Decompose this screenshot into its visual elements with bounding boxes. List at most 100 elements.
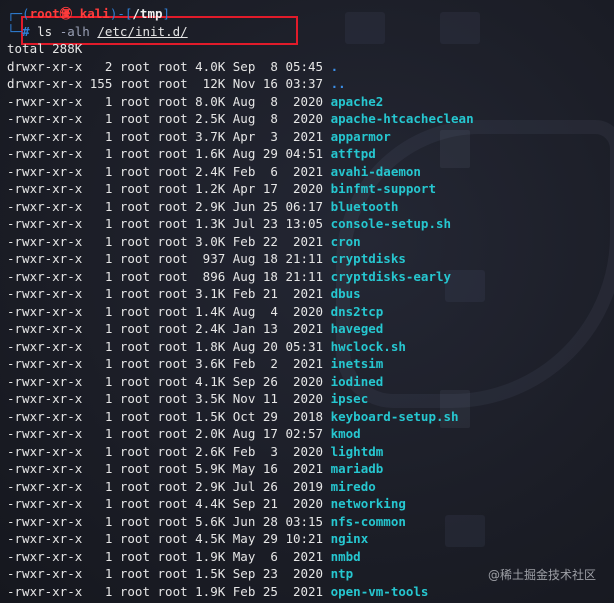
file-meta: -rwxr-xr-x 1 root root 4.4K Sep 21 2020 (7, 496, 331, 511)
listing-row: -rwxr-xr-x 1 root root 1.2K Apr 17 2020 … (7, 180, 614, 198)
file-name: ntp (330, 566, 354, 581)
listing-row: -rwxr-xr-x 1 root root 2.6K Feb 3 2020 l… (7, 443, 614, 461)
listing-row: drwxr-xr-x 2 root root 4.0K Sep 8 05:45 … (7, 58, 614, 76)
listing-row: -rwxr-xr-x 1 root root 1.6K Aug 29 04:51… (7, 145, 614, 163)
file-meta: -rwxr-xr-x 1 root root 3.0K Feb 22 2021 (7, 233, 331, 249)
file-name: inetsim (330, 356, 384, 371)
file-name: ipsec (330, 391, 369, 406)
file-meta: -rwxr-xr-x 1 root root 937 Aug 18 21:11 (7, 251, 331, 266)
listing-row: -rwxr-xr-x 1 root root 2.4K Jan 13 2021 … (7, 320, 614, 338)
listing-row: -rwxr-xr-x 1 root root 1.5K Oct 29 2018 … (7, 408, 614, 426)
file-meta: -rwxr-xr-x 1 root root 3.1K Feb 21 2021 (7, 286, 331, 301)
file-name: nfs-common (330, 513, 406, 529)
file-meta: drwxr-xr-x 2 root root 4.0K Sep 8 05:45 (7, 58, 331, 74)
file-meta: -rwxr-xr-x 1 root root 2.9K Jul 26 2019 (7, 478, 331, 494)
file-meta: -rwxr-xr-x 1 root root 1.8K Aug 20 05:31 (7, 338, 331, 354)
directory-name: . (330, 58, 339, 74)
prompt-separator: )-[ (109, 6, 133, 21)
listing-row: -rwxr-xr-x 1 root root 2.0K Aug 17 02:57… (7, 425, 614, 443)
file-meta: -rwxr-xr-x 1 root root 2.4K Jan 13 2021 (7, 321, 331, 336)
listing-row: -rwxr-xr-x 1 root root 3.7K Apr 3 2021 a… (7, 128, 614, 146)
file-name: cryptdisks (330, 251, 406, 266)
listing-row: drwxr-xr-x 155 root root 12K Nov 16 03:3… (7, 75, 614, 93)
file-name: apparmor (330, 128, 391, 144)
listing-row: -rwxr-xr-x 1 root root 1.3K Jul 23 13:05… (7, 215, 614, 233)
listing-row: -rwxr-xr-x 1 root root 5.6K Jun 28 03:15… (7, 513, 614, 531)
listing-row: -rwxr-xr-x 1 root root 3.1K Feb 21 2021 … (7, 285, 614, 303)
file-name: haveged (330, 321, 384, 336)
file-meta: -rwxr-xr-x 1 root root 2.6K Feb 3 2020 (7, 443, 331, 459)
file-meta: -rwxr-xr-x 1 root root 3.7K Apr 3 2021 (7, 128, 331, 144)
file-name: nginx (330, 531, 369, 546)
file-meta: -rwxr-xr-x 1 root root 4.5K May 29 10:21 (7, 531, 331, 546)
prompt-path: /tmp (132, 6, 163, 21)
file-meta: -rwxr-xr-x 1 root root 4.1K Sep 26 2020 (7, 373, 331, 389)
file-meta: -rwxr-xr-x 1 root root 2.4K Feb 6 2021 (7, 163, 331, 179)
prompt-user: root㊝ kali (29, 6, 110, 21)
listing-row: -rwxr-xr-x 1 root root 3.5K Nov 11 2020 … (7, 390, 614, 408)
prompt-corner: └─ (7, 23, 23, 39)
listing-row: -rwxr-xr-x 1 root root 937 Aug 18 21:11 … (7, 250, 614, 268)
file-meta: -rwxr-xr-x 1 root root 2.5K Aug 8 2020 (7, 111, 331, 126)
listing-row: -rwxr-xr-x 1 root root 1.8K Aug 20 05:31… (7, 338, 614, 356)
file-meta: drwxr-xr-x 155 root root 12K Nov 16 03:3… (7, 76, 331, 91)
command-flag: -alh (59, 23, 98, 39)
file-name: binfmt-support (330, 181, 436, 196)
file-meta: -rwxr-xr-x 1 root root 1.2K Apr 17 2020 (7, 181, 331, 196)
file-meta: -rwxr-xr-x 1 root root 896 Aug 18 21:11 (7, 268, 331, 284)
prompt-line-2[interactable]: └─# ls -alh /etc/init.d/ (7, 23, 614, 41)
listing-row: -rwxr-xr-x 1 root root 8.0K Aug 8 2020 a… (7, 93, 614, 111)
listing-row: -rwxr-xr-x 1 root root 1.9K Feb 25 2021 … (7, 583, 614, 601)
prompt-bracket-open: ┌─( (7, 6, 30, 21)
file-meta: -rwxr-xr-x 1 root root 1.6K Aug 29 04:51 (7, 146, 331, 161)
file-name: cron (330, 233, 361, 249)
file-name: avahi-daemon (330, 163, 421, 179)
watermark: @稀土掘金技术社区 (487, 568, 596, 582)
listing-row: -rwxr-xr-x 1 root root 3.6K Feb 2 2021 i… (7, 355, 614, 373)
file-name: apache-htcacheclean (330, 111, 474, 126)
file-name: iodined (330, 373, 384, 389)
file-name: open-vm-tools (330, 583, 429, 599)
prompt-bracket-close: ] (162, 6, 171, 21)
file-name: atftpd (330, 146, 376, 161)
file-meta: -rwxr-xr-x 1 root root 1.5K Oct 29 2018 (7, 408, 331, 424)
file-name: dns2tcp (330, 303, 384, 319)
file-name: lightdm (330, 443, 384, 459)
file-meta: -rwxr-xr-x 1 root root 8.0K Aug 8 2020 (7, 93, 331, 109)
file-name: kmod (330, 426, 361, 441)
listing-row: -rwxr-xr-x 1 root root 2.9K Jul 26 2019 … (7, 478, 614, 496)
file-name: miredo (330, 478, 376, 494)
file-meta: -rwxr-xr-x 1 root root 5.9K May 16 2021 (7, 461, 331, 476)
listing-row: -rwxr-xr-x 1 root root 3.0K Feb 22 2021 … (7, 233, 614, 251)
command-name: ls (37, 23, 60, 39)
file-name: bluetooth (330, 198, 399, 214)
file-name: networking (330, 496, 406, 511)
listing-row: -rwxr-xr-x 1 root root 1.4K Aug 4 2020 d… (7, 303, 614, 321)
total-line: total 288K (7, 41, 83, 56)
file-meta: -rwxr-xr-x 1 root root 3.6K Feb 2 2021 (7, 356, 331, 371)
prompt-hash: # (22, 23, 38, 39)
file-name: hwclock.sh (330, 338, 406, 354)
listing-row: -rwxr-xr-x 1 root root 4.5K May 29 10:21… (7, 530, 614, 548)
listing-row: -rwxr-xr-x 1 root root 2.4K Feb 6 2021 a… (7, 163, 614, 181)
listing-row: -rwxr-xr-x 1 root root 896 Aug 18 21:11 … (7, 268, 614, 286)
file-meta: -rwxr-xr-x 1 root root 5.6K Jun 28 03:15 (7, 513, 331, 529)
prompt-line-1: ┌─(root㊝ kali)-[/tmp] (7, 5, 614, 23)
directory-name: .. (330, 76, 346, 91)
listing-row: -rwxr-xr-x 1 root root 4.1K Sep 26 2020 … (7, 373, 614, 391)
file-name: dbus (330, 286, 361, 301)
file-meta: -rwxr-xr-x 1 root root 2.9K Jun 25 06:17 (7, 198, 331, 214)
terminal-window[interactable]: ┌─(root㊝ kali)-[/tmp] └─# ls -alh /etc/in… (0, 0, 614, 603)
command-argument: /etc/init.d/ (97, 23, 188, 39)
file-meta: -rwxr-xr-x 1 root root 1.9K Feb 25 2021 (7, 583, 331, 599)
file-name: console-setup.sh (330, 216, 452, 231)
listing-row: -rwxr-xr-x 1 root root 2.5K Aug 8 2020 a… (7, 110, 614, 128)
file-name: keyboard-setup.sh (330, 408, 459, 424)
file-name: nmbd (330, 548, 361, 564)
listing-row: -rwxr-xr-x 1 root root 1.9K May 6 2021 n… (7, 548, 614, 566)
listing-row: -rwxr-xr-x 1 root root 5.9K May 16 2021 … (7, 460, 614, 478)
file-name: apache2 (330, 93, 384, 109)
directory-listing: drwxr-xr-x 2 root root 4.0K Sep 8 05:45 … (7, 58, 614, 601)
file-name: mariadb (330, 461, 384, 476)
file-meta: -rwxr-xr-x 1 root root 2.0K Aug 17 02:57 (7, 426, 331, 441)
